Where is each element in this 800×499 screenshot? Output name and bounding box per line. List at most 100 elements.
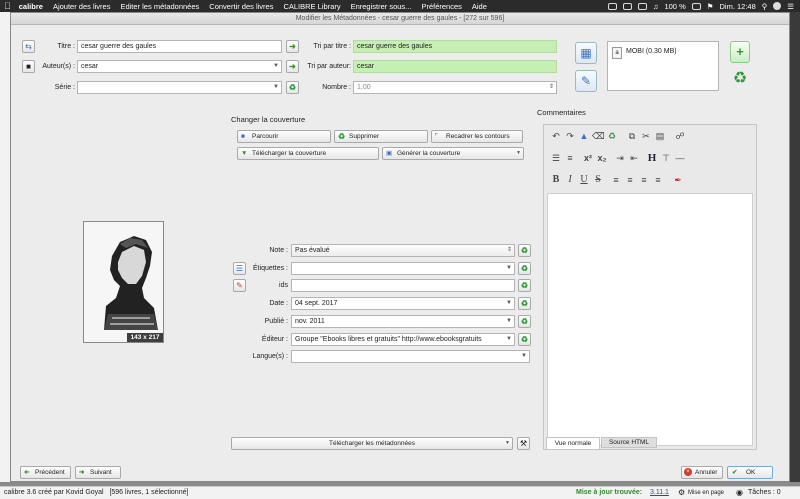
align-left-icon[interactable]: ≡ — [610, 174, 622, 186]
menu-item-add-books[interactable]: Ajouter des livres — [53, 2, 111, 11]
outdent-icon[interactable]: ⇤ — [628, 152, 640, 164]
notification-center-icon[interactable]: ☰ — [787, 2, 794, 11]
tags-field[interactable]: ▼ — [291, 262, 515, 275]
italic-icon[interactable]: I — [564, 174, 576, 186]
heading-icon[interactable]: H — [646, 152, 658, 164]
battery-icon[interactable] — [691, 2, 701, 10]
download-metadata-button[interactable]: Télécharger les métadonnées ▼ — [231, 437, 513, 450]
chevron-down-icon[interactable]: ▼ — [506, 298, 512, 309]
volume-icon[interactable]: ♫ — [653, 2, 659, 11]
browse-cover-button[interactable]: ■ Parcourir — [237, 130, 331, 143]
screen-icon[interactable] — [622, 2, 632, 10]
date-field[interactable]: 04 sept. 2017 ▼ — [291, 297, 515, 310]
jobs-count[interactable]: Tâches : 0 — [748, 487, 781, 499]
calibre-tray-icon[interactable] — [607, 2, 617, 10]
series-number-field[interactable]: 1,00 ⇕ — [353, 81, 557, 94]
authors-field[interactable]: cesar ▼ — [77, 60, 282, 73]
swap-title-author-icon[interactable]: ⇆ — [22, 40, 35, 53]
publisher-field[interactable]: Groupe "Ebooks libres et gratuits" http:… — [291, 333, 515, 346]
clear-ids-icon[interactable]: ♻ — [518, 279, 531, 292]
chevron-down-icon[interactable]: ▼ — [516, 148, 521, 159]
select-all-icon[interactable]: ▲ — [578, 130, 590, 142]
clear-date-icon[interactable]: ♻ — [518, 297, 531, 310]
bold-icon[interactable]: B — [550, 174, 562, 186]
ids-field[interactable] — [291, 279, 515, 292]
horizontal-rule-icon[interactable]: — — [674, 152, 686, 164]
book-info-icon[interactable]: ▦ — [575, 42, 597, 64]
underline-icon[interactable]: U — [578, 174, 590, 186]
formats-list[interactable]: a MOBI (0.30 MB) — [607, 41, 719, 91]
clear-icon[interactable]: ♻ — [606, 130, 618, 142]
chevron-updown-icon[interactable]: ⇕ — [507, 245, 512, 256]
menu-item-convert-books[interactable]: Convertir des livres — [209, 2, 273, 11]
copy-author-sort-button[interactable]: ➜ — [286, 60, 299, 73]
menu-item-preferences[interactable]: Préférences — [421, 2, 461, 11]
languages-field[interactable]: ▼ — [291, 350, 530, 363]
comments-textarea[interactable] — [547, 193, 753, 446]
undo-icon[interactable]: ↶ — [550, 130, 562, 142]
layout-icon[interactable]: ⚙ — [678, 487, 685, 499]
edit-tags-icon[interactable]: ☰ — [233, 262, 246, 275]
paste-icon[interactable]: ▤ — [654, 130, 666, 142]
remove-format-icon[interactable]: ♻ — [730, 68, 750, 90]
chevron-down-icon[interactable]: ▼ — [505, 438, 510, 449]
chevron-down-icon[interactable]: ▼ — [521, 351, 527, 362]
menu-app-name[interactable]: calibre — [19, 2, 43, 11]
clear-series-icon[interactable]: ♻ — [286, 81, 299, 94]
chevron-down-icon[interactable]: ▼ — [273, 82, 279, 93]
remove-cover-button[interactable]: ♻ Supprimer — [334, 130, 428, 143]
ordered-list-icon[interactable]: ≡ — [564, 152, 576, 164]
next-button[interactable]: ➜ Suivant — [75, 466, 121, 479]
chevron-down-icon[interactable]: ▼ — [506, 263, 512, 274]
spinner-icon[interactable]: ⇕ — [549, 82, 554, 93]
previous-button[interactable]: ➜ Précédent — [20, 466, 71, 479]
strikethrough-icon[interactable]: S — [592, 174, 604, 186]
edit-book-icon[interactable]: ✎ — [575, 70, 597, 92]
layout-button[interactable]: Mise en page — [688, 487, 724, 499]
eraser-icon[interactable]: ⌫ — [592, 130, 605, 142]
indent-icon[interactable]: ⇥ — [614, 152, 626, 164]
cut-icon[interactable]: ✂ — [640, 130, 652, 142]
chevron-down-icon[interactable]: ▼ — [506, 334, 512, 345]
title-sort-field[interactable]: cesar guerre des gaules — [353, 40, 557, 53]
ok-button[interactable]: ✔ OK — [727, 466, 773, 479]
title-field[interactable]: cesar guerre des gaules — [77, 40, 282, 53]
manage-authors-icon[interactable]: ■ — [22, 60, 35, 73]
copy-title-sort-button[interactable]: ➜ — [286, 40, 299, 53]
search-icon[interactable]: ⚲ — [762, 2, 768, 11]
unordered-list-icon[interactable]: ☰ — [550, 152, 562, 164]
clear-rating-icon[interactable]: ♻ — [518, 244, 531, 257]
menu-item-edit-metadata[interactable]: Editer les métadonnées — [120, 2, 199, 11]
flag-icon[interactable]: ⚑ — [707, 2, 714, 11]
metadata-settings-icon[interactable]: ⚒ — [517, 437, 530, 450]
clear-publisher-icon[interactable]: ♻ — [518, 333, 531, 346]
rating-select[interactable]: Pas évalué ⇕ — [291, 244, 515, 257]
generate-cover-button[interactable]: ▣ Générer la couverture ▼ — [382, 147, 524, 160]
clear-tags-icon[interactable]: ♻ — [518, 262, 531, 275]
chevron-down-icon[interactable]: ▼ — [506, 316, 512, 327]
apple-icon[interactable]:  — [4, 1, 11, 11]
user-icon[interactable] — [773, 2, 782, 10]
menu-item-save-as[interactable]: Enregistrer sous... — [351, 2, 412, 11]
clear-published-icon[interactable]: ♻ — [518, 315, 531, 328]
cancel-button[interactable]: × Annuler — [681, 466, 723, 479]
link-icon[interactable]: ☍ — [674, 130, 686, 142]
trim-cover-button[interactable]: ⌜ Recadrer les contours — [431, 130, 523, 143]
paste-ids-icon[interactable]: ✎ — [233, 279, 246, 292]
align-justify-icon[interactable]: ≡ — [652, 174, 664, 186]
style-icon[interactable]: ⊤ — [660, 152, 672, 164]
series-field[interactable]: ▼ — [77, 81, 282, 94]
format-item[interactable]: MOBI (0.30 MB) — [626, 48, 677, 55]
align-right-icon[interactable]: ≡ — [638, 174, 650, 186]
wifi-icon[interactable] — [637, 2, 647, 10]
cover-image[interactable]: 143 x 217 — [83, 221, 164, 343]
align-center-icon[interactable]: ≡ — [624, 174, 636, 186]
author-sort-field[interactable]: cesar — [353, 60, 557, 73]
menu-item-library[interactable]: CALIBRE Library — [283, 2, 340, 11]
menu-item-help[interactable]: Aide — [472, 2, 487, 11]
superscript-icon[interactable]: x² — [582, 152, 594, 164]
update-version-link[interactable]: 3.11.1 — [650, 487, 669, 499]
jobs-spinner-icon[interactable]: ◉ — [736, 487, 743, 499]
redo-icon[interactable]: ↷ — [564, 130, 576, 142]
text-color-icon[interactable]: ✒ — [672, 174, 684, 186]
